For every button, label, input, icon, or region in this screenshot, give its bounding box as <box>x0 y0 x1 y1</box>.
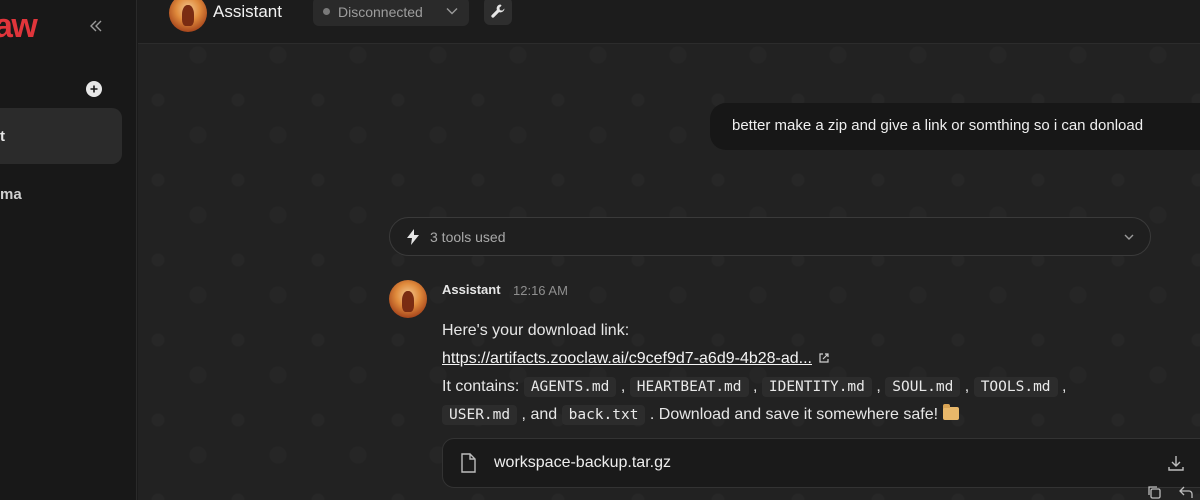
collapse-icon <box>90 20 102 32</box>
file-icon <box>461 453 476 473</box>
assistant-message-body: Here's your download link: https://artif… <box>442 317 1200 429</box>
connection-status-dropdown[interactable]: Disconnected <box>313 0 469 26</box>
message-timestamp: 12:16 AM <box>513 283 568 298</box>
message-author: Assistant <box>442 282 501 297</box>
file-chip: back.txt <box>561 405 646 425</box>
plus-icon <box>90 85 98 93</box>
chat-title: Assistant <box>213 2 282 21</box>
settings-wrench-button[interactable] <box>484 0 512 25</box>
status-label: Disconnected <box>338 3 423 20</box>
file-chip: IDENTITY.md <box>761 377 872 397</box>
sidebar: aw t ma <box>0 0 137 500</box>
reply-icon[interactable] <box>1178 484 1194 500</box>
contains-prefix: It contains: <box>442 378 520 395</box>
chat-panel: Assistant Disconnected better make a zip… <box>138 0 1200 500</box>
sidebar-item-active-chat[interactable]: t <box>0 108 122 164</box>
app-logo: aw <box>0 7 38 45</box>
sidebar-item-label: t <box>0 127 5 145</box>
file-chip: AGENTS.md <box>523 377 617 397</box>
chat-header: Assistant Disconnected <box>138 0 1200 44</box>
message-intro: Here's your download link: <box>442 322 630 339</box>
file-chip: SOUL.md <box>885 377 961 397</box>
assistant-message-avatar <box>389 280 427 318</box>
user-message-bubble: better make a zip and give a link or som… <box>710 103 1200 150</box>
status-dot-icon <box>323 8 330 15</box>
sidebar-item-label: ma <box>0 185 22 203</box>
tools-used-label: 3 tools used <box>430 228 506 245</box>
attachment-filename: workspace-backup.tar.gz <box>494 454 671 471</box>
wrench-icon <box>491 4 505 18</box>
chevron-down-icon <box>446 8 458 15</box>
message-outro: . Download and save it somewhere safe! <box>649 406 939 423</box>
attachment-card[interactable]: workspace-backup.tar.gz <box>442 438 1200 488</box>
external-link-icon <box>819 353 829 363</box>
lightning-icon <box>407 228 419 245</box>
file-chip: USER.md <box>442 405 518 425</box>
collapse-sidebar-button[interactable] <box>86 15 106 37</box>
chevron-down-icon <box>1124 234 1134 240</box>
and-word: and <box>530 406 558 423</box>
sidebar-item-chat[interactable]: ma <box>0 166 122 222</box>
copy-icon[interactable] <box>1146 484 1162 500</box>
folder-emoji-icon <box>942 404 959 420</box>
assistant-avatar <box>169 0 207 32</box>
download-link[interactable]: https://artifacts.zooclaw.ai/c9cef9d7-a6… <box>442 350 812 367</box>
new-chat-button[interactable] <box>86 81 102 97</box>
tools-used-toggle[interactable]: 3 tools used <box>389 217 1151 256</box>
file-chip: HEARTBEAT.md <box>629 377 749 397</box>
file-chip: TOOLS.md <box>973 377 1058 397</box>
download-icon[interactable] <box>1167 454 1185 472</box>
